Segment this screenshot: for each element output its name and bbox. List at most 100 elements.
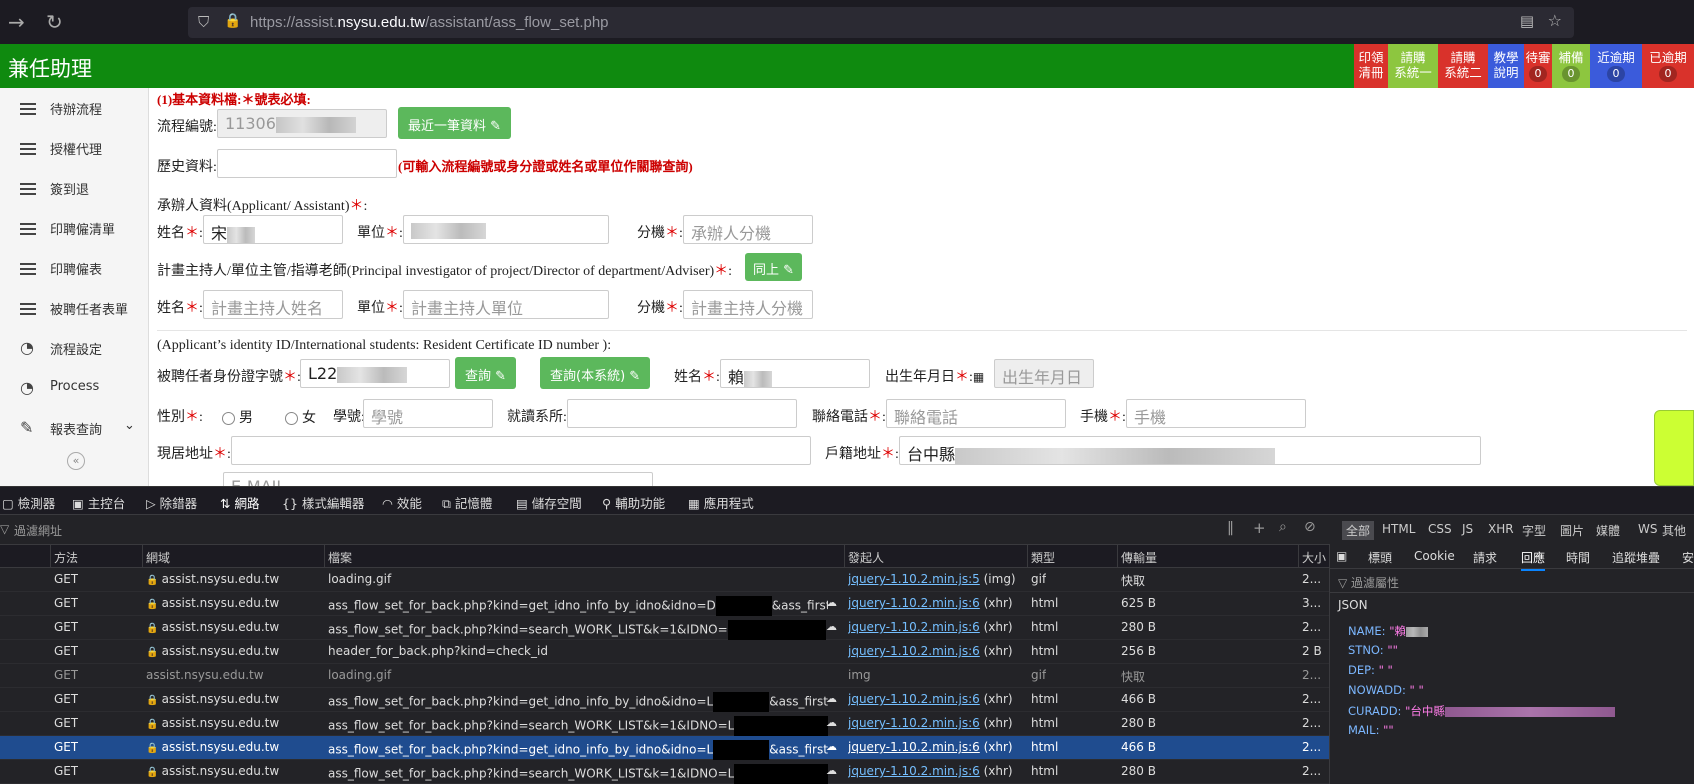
same-as-above-button[interactable]: 同上 ✎: [745, 253, 803, 281]
type-filter[interactable]: 字型: [1522, 522, 1546, 539]
json-property[interactable]: MAIL: "": [1348, 723, 1394, 737]
pi-name-input[interactable]: 計畫主持人姓名: [203, 290, 343, 319]
initiator-cell[interactable]: jquery-1.10.2.min.js:6 (xhr): [848, 740, 1013, 754]
filter-url-input[interactable]: 過濾網址: [14, 522, 62, 539]
json-property[interactable]: NOWADD: " ": [1348, 683, 1424, 697]
id-input[interactable]: L22: [300, 359, 450, 388]
applicant-name-input[interactable]: 宋: [203, 215, 343, 244]
type-filter[interactable]: WS: [1638, 522, 1657, 536]
table-row[interactable]: GET 🔒 assist.nsysu.edu.tw header_for_back.…: [0, 640, 1329, 664]
devtools-tab[interactable]: ◠ 效能: [382, 493, 422, 512]
flow-no-input[interactable]: 11306: [217, 109, 387, 138]
column-header[interactable]: 方法: [54, 549, 78, 566]
json-property[interactable]: NAME: "賴: [1348, 623, 1428, 639]
column-header[interactable]: 傳輸量: [1121, 549, 1157, 566]
initiator-link[interactable]: jquery-1.10.2.min.js:6: [848, 620, 980, 634]
side-tab[interactable]: [1654, 410, 1694, 486]
panel-tab[interactable]: 追蹤堆疊: [1612, 549, 1660, 566]
query-button[interactable]: 查詢 ✎: [455, 357, 517, 389]
initiator-cell[interactable]: jquery-1.10.2.min.js:6 (xhr): [848, 716, 1013, 730]
registered-address-input[interactable]: 台中縣: [899, 436, 1481, 465]
initiator-link[interactable]: jquery-1.10.2.min.js:6: [848, 644, 980, 658]
collapse-sidebar-icon[interactable]: «: [67, 452, 85, 470]
pi-ext-input[interactable]: 計畫主持人分機: [683, 290, 813, 319]
initiator-cell[interactable]: jquery-1.10.2.min.js:6 (xhr): [848, 596, 1013, 610]
header-button[interactable]: 已逾期 0: [1642, 44, 1694, 88]
header-button[interactable]: 近逾期 0: [1590, 44, 1642, 88]
table-row[interactable]: GET assist.nsysu.edu.tw loading.gif img gif 快…: [0, 664, 1329, 688]
birth-input[interactable]: 出生年月日: [994, 359, 1094, 388]
shield-icon[interactable]: ⛉: [198, 13, 209, 31]
type-filter[interactable]: JS: [1462, 522, 1473, 536]
header-button[interactable]: 補備 0: [1552, 44, 1590, 88]
panel-tab[interactable]: 標頭: [1368, 549, 1392, 566]
header-button[interactable]: 請購 系統二: [1438, 44, 1488, 88]
sidebar-item[interactable]: 被聘任者表單: [0, 288, 149, 328]
sidebar-item[interactable]: ✎ 報表查詢 ⌄: [0, 408, 149, 448]
search-icon[interactable]: ⌕: [1279, 519, 1287, 535]
column-header[interactable]: 類型: [1031, 549, 1055, 566]
sidebar-item[interactable]: ◔ 流程設定: [0, 328, 149, 368]
applicant-unit-input[interactable]: [403, 215, 609, 244]
column-header[interactable]: 大小: [1302, 549, 1326, 566]
header-button[interactable]: 印領 清冊: [1354, 44, 1388, 88]
address-bar[interactable]: ⛉ 🔒 https://assist.nsysu.edu.tw/assistan…: [188, 7, 1574, 38]
type-filter[interactable]: 全部: [1342, 521, 1375, 540]
json-property[interactable]: CURADD: "台中縣: [1348, 703, 1615, 719]
devtools-tab[interactable]: ⧉ 記憶體: [442, 493, 492, 512]
type-filter[interactable]: XHR: [1488, 522, 1514, 536]
phone-input[interactable]: 聯絡電話: [886, 399, 1066, 428]
devtools-tab[interactable]: ▤ 儲存空間: [516, 493, 582, 512]
sidebar-item[interactable]: 印聘僱清單: [0, 208, 149, 248]
panel-tab[interactable]: 安: [1682, 549, 1694, 566]
table-row[interactable]: GET 🔒 assist.nsysu.edu.tw ass_flow_set_for…: [0, 712, 1329, 736]
type-filter[interactable]: HTML: [1382, 522, 1415, 536]
initiator-link[interactable]: jquery-1.10.2.min.js:6: [848, 764, 980, 778]
lock-icon[interactable]: 🔒: [224, 13, 241, 29]
calendar-icon[interactable]: ▦: [973, 370, 984, 384]
initiator-link[interactable]: jquery-1.10.2.min.js:6: [848, 716, 980, 730]
gender-female-radio[interactable]: 女: [285, 407, 316, 427]
reader-view-icon[interactable]: ▤: [1520, 12, 1534, 30]
clear-icon[interactable]: ⊘: [1304, 519, 1316, 535]
department-input[interactable]: [567, 399, 797, 428]
employee-name-input[interactable]: 賴: [720, 359, 870, 388]
header-button[interactable]: 待審 0: [1524, 44, 1552, 88]
table-row[interactable]: GET 🔒 assist.nsysu.edu.tw loading.gif jquer…: [0, 568, 1329, 592]
panel-tab[interactable]: 請求: [1473, 549, 1497, 566]
header-button[interactable]: 請購 系統一: [1388, 44, 1438, 88]
history-input[interactable]: [217, 149, 397, 178]
type-filter[interactable]: 媒體: [1596, 522, 1620, 539]
reload-icon[interactable]: ↻: [46, 10, 63, 34]
panel-tab[interactable]: Cookie: [1414, 549, 1455, 563]
query-local-button[interactable]: 查詢(本系統) ✎: [540, 357, 651, 389]
header-button[interactable]: 教學 說明: [1488, 44, 1524, 88]
sidebar-item[interactable]: 簽到退: [0, 168, 149, 208]
column-header[interactable]: 檔案: [328, 549, 352, 566]
json-property[interactable]: DEP: " ": [1348, 663, 1393, 677]
sidebar-item[interactable]: ◔ Process: [0, 368, 149, 408]
initiator-cell[interactable]: jquery-1.10.2.min.js:6 (xhr): [848, 644, 1013, 658]
initiator-link[interactable]: jquery-1.10.2.min.js:6: [848, 740, 980, 754]
bookmark-star-icon[interactable]: ☆: [1548, 11, 1562, 30]
initiator-link[interactable]: jquery-1.10.2.min.js:6: [848, 596, 980, 610]
initiator-cell[interactable]: img: [848, 668, 871, 682]
filter-props-input[interactable]: ▽ 過濾屬性: [1338, 574, 1399, 591]
initiator-link[interactable]: jquery-1.10.2.min.js:6: [848, 692, 980, 706]
type-filter[interactable]: 其他: [1662, 522, 1686, 539]
type-filter[interactable]: 圖片: [1560, 522, 1584, 539]
initiator-cell[interactable]: jquery-1.10.2.min.js:6 (xhr): [848, 692, 1013, 706]
pi-unit-input[interactable]: 計畫主持人單位: [403, 290, 609, 319]
initiator-cell[interactable]: jquery-1.10.2.min.js:6 (xhr): [848, 764, 1013, 778]
initiator-cell[interactable]: jquery-1.10.2.min.js:6 (xhr): [848, 620, 1013, 634]
mobile-input[interactable]: 手機: [1126, 399, 1306, 428]
sidebar-item[interactable]: 印聘僱表: [0, 248, 149, 288]
initiator-cell[interactable]: jquery-1.10.2.min.js:5 (img): [848, 572, 1016, 586]
student-no-input[interactable]: 學號: [363, 399, 493, 428]
forward-icon[interactable]: →: [8, 10, 25, 34]
add-icon[interactable]: +: [1253, 519, 1266, 537]
table-row[interactable]: GET 🔒 assist.nsysu.edu.tw ass_flow_set_for…: [0, 760, 1329, 784]
table-row[interactable]: GET 🔒 assist.nsysu.edu.tw ass_flow_set_for…: [0, 592, 1329, 616]
column-header[interactable]: 發起人: [848, 549, 884, 566]
table-row[interactable]: GET 🔒 assist.nsysu.edu.tw ass_flow_set_for…: [0, 616, 1329, 640]
